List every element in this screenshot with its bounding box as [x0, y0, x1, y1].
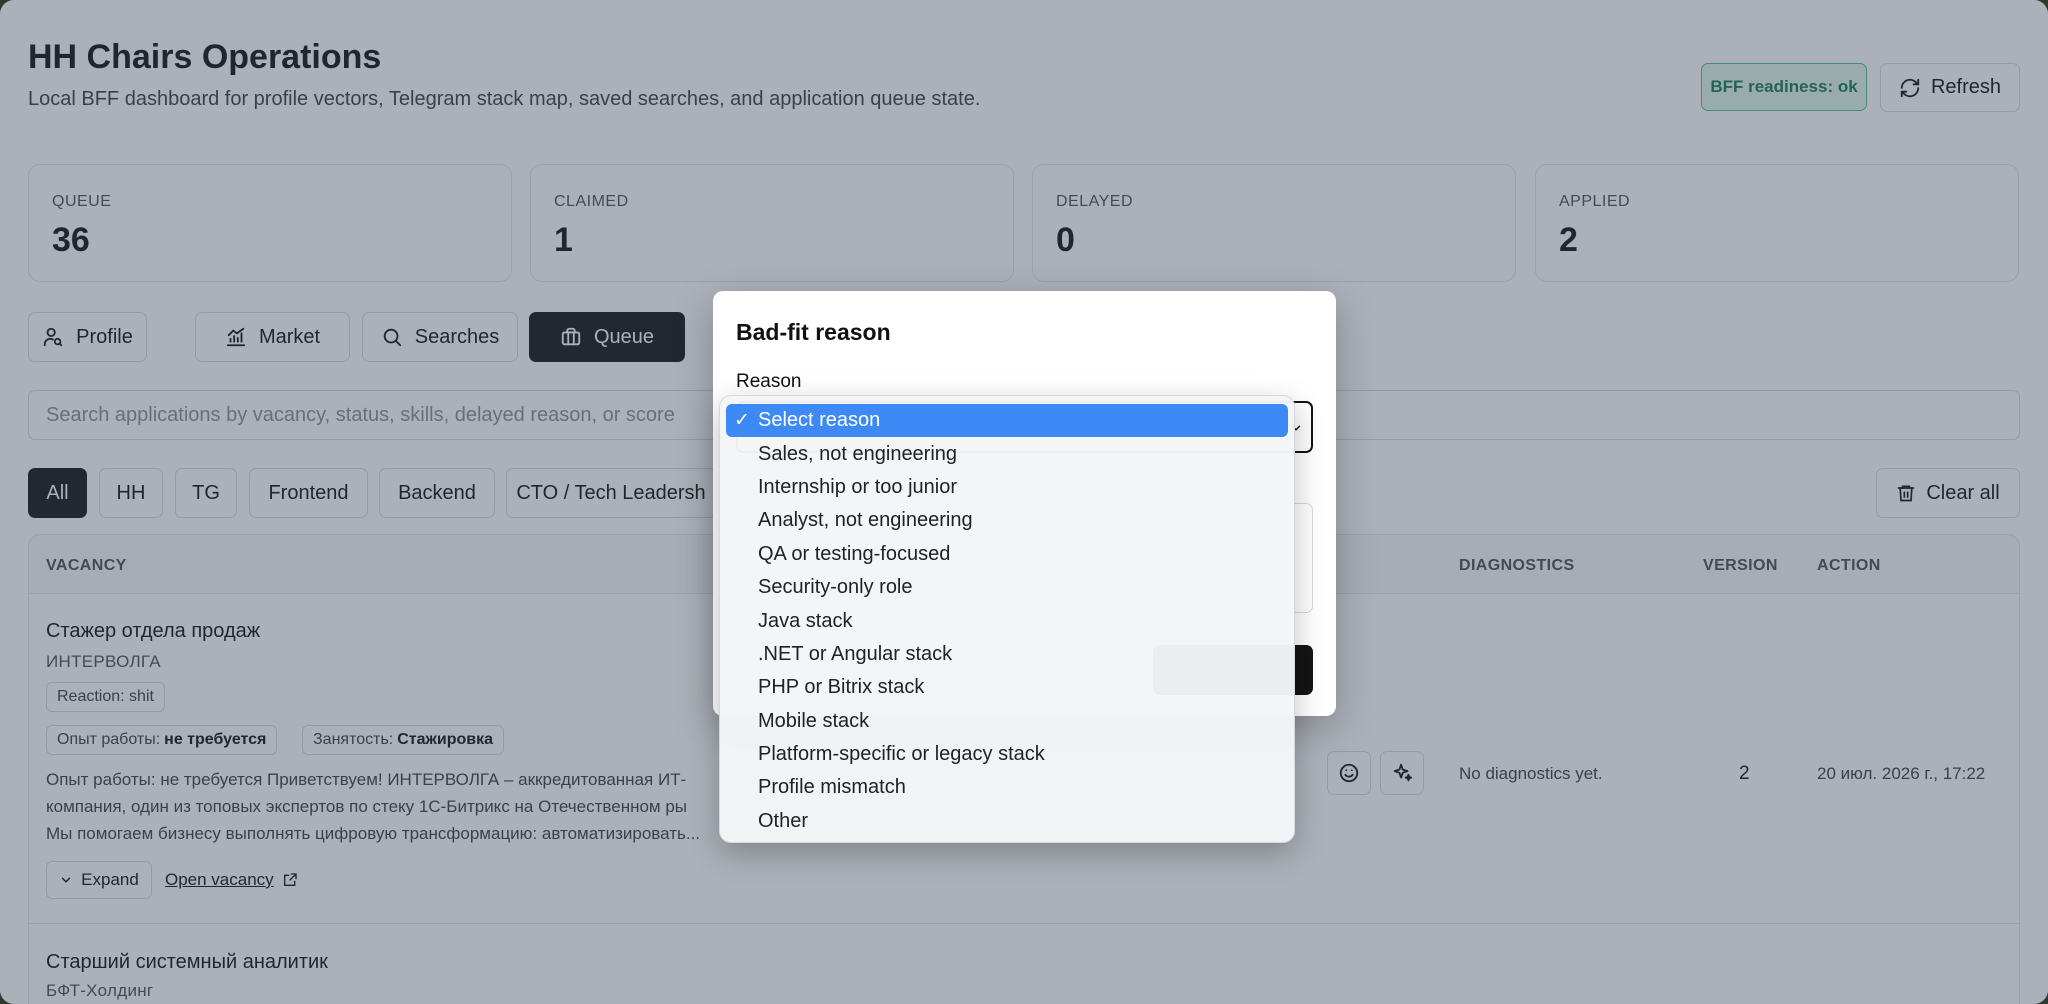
app-window: HH Chairs Operations Local BFF dashboard… [0, 0, 2048, 1004]
reason-option-profile-mismatch[interactable]: Profile mismatch [726, 771, 1288, 804]
reason-option-dotnet[interactable]: .NET or Angular stack [726, 638, 1288, 671]
reason-option-qa[interactable]: QA or testing-focused [726, 538, 1288, 571]
reason-option-select-reason[interactable]: ✓ Select reason [726, 404, 1288, 438]
reason-label: Reason [736, 371, 802, 392]
dialog-title: Bad-fit reason [736, 319, 891, 345]
option-label: Select reason [758, 409, 881, 432]
reason-option-security[interactable]: Security-only role [726, 571, 1288, 604]
reason-option-php[interactable]: PHP or Bitrix stack [726, 671, 1288, 704]
checkmark-icon: ✓ [734, 410, 750, 432]
reason-dropdown-list: ✓ Select reason Sales, not engineering I… [719, 395, 1295, 843]
reason-option-other[interactable]: Other [726, 805, 1288, 838]
reason-option-platform[interactable]: Platform-specific or legacy stack [726, 738, 1288, 771]
reason-option-sales[interactable]: Sales, not engineering [726, 437, 1288, 470]
reason-option-mobile[interactable]: Mobile stack [726, 705, 1288, 738]
reason-option-internship[interactable]: Internship or too junior [726, 471, 1288, 504]
reason-option-analyst[interactable]: Analyst, not engineering [726, 504, 1288, 537]
reason-option-java[interactable]: Java stack [726, 604, 1288, 637]
